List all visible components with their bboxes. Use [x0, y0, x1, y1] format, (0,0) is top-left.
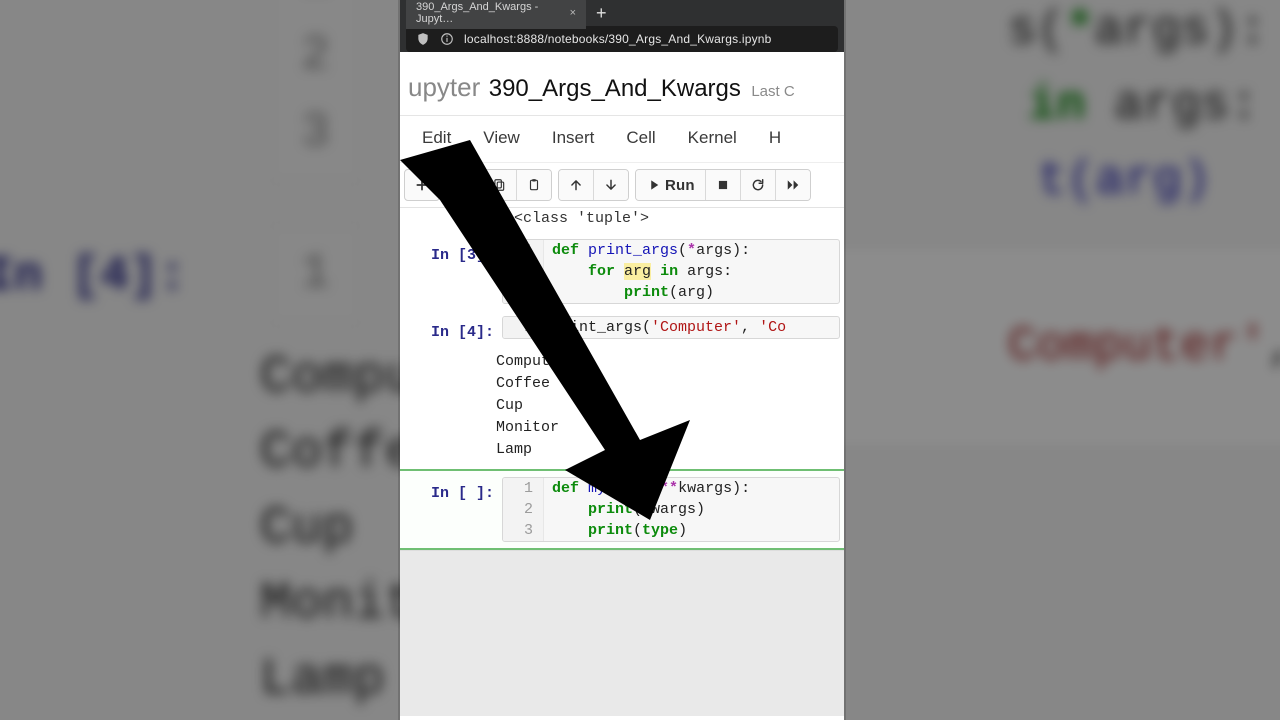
address-bar[interactable]: localhost:8888/notebooks/390_Args_And_Kw…	[406, 26, 838, 52]
code-cell[interactable]: In [ ]:1def my_func(**kwargs):2 print(kw…	[400, 469, 844, 550]
line-number: 1	[503, 317, 544, 338]
tab-bar: 390_Args_And_Kwargs - Jupyt… × +	[400, 0, 844, 26]
toolbar: Run	[400, 163, 844, 208]
restart-icon	[751, 178, 765, 192]
restart-run-all-button[interactable]	[775, 170, 810, 200]
plus-icon	[415, 178, 429, 192]
browser-tab[interactable]: 390_Args_And_Kwargs - Jupyt… ×	[406, 0, 586, 29]
interrupt-button[interactable]	[705, 170, 740, 200]
menu-edit[interactable]: Edit	[422, 128, 451, 148]
menu-insert[interactable]: Insert	[552, 128, 595, 148]
arrow-down-icon	[604, 178, 618, 192]
cell-prompt: In [4]:	[402, 316, 502, 341]
insert-cell-below-button[interactable]	[404, 169, 440, 201]
code-cell[interactable]: In [3]:1def print_args(*args):2 for arg …	[400, 233, 844, 310]
menu-cell[interactable]: Cell	[626, 128, 655, 148]
code-line[interactable]: print(type)	[544, 520, 687, 541]
code-line[interactable]: def print_args(*args):	[544, 240, 750, 261]
url-text: localhost:8888/notebooks/390_Args_And_Kw…	[464, 32, 772, 46]
code-input[interactable]: 1def my_func(**kwargs):2 print(kwargs)3 …	[502, 477, 840, 542]
stop-icon	[716, 178, 730, 192]
code-line[interactable]: def my_func(**kwargs):	[544, 478, 750, 499]
prev-output-truncated: <class 'tuple'>	[400, 208, 844, 233]
run-icon	[646, 178, 660, 192]
close-tab-icon[interactable]: ×	[570, 7, 576, 19]
line-number: 2	[503, 261, 544, 282]
cell-output: ComputerCoffeeCupMonitorLamp	[400, 347, 844, 469]
scissors-icon	[457, 178, 471, 192]
line-number: 3	[503, 282, 544, 303]
empty-area[interactable]	[400, 550, 844, 716]
last-checkpoint: Last C	[751, 83, 794, 100]
run-button[interactable]: Run	[636, 170, 705, 200]
move-up-button[interactable]	[559, 170, 593, 200]
copy-icon	[492, 178, 506, 192]
restart-button[interactable]	[740, 170, 775, 200]
code-input[interactable]: 1print_args('Computer', 'Co	[502, 316, 840, 339]
arrow-up-icon	[569, 178, 583, 192]
jupyter-brand: upyter	[408, 72, 480, 102]
code-cell[interactable]: In [4]:1print_args('Computer', 'Co	[400, 310, 844, 347]
info-icon	[440, 32, 454, 46]
cell-prompt: In [ ]:	[402, 477, 502, 502]
move-down-button[interactable]	[593, 170, 628, 200]
code-line[interactable]: print(kwargs)	[544, 499, 705, 520]
code-line[interactable]: for arg in args:	[544, 261, 732, 282]
app-window: 390_Args_And_Kwargs - Jupyt… × + localho…	[400, 0, 844, 720]
notebook-header: upyter 390_Args_And_Kwargs Last C	[400, 56, 844, 116]
menu-help[interactable]: H	[769, 128, 781, 148]
menu-view[interactable]: View	[483, 128, 520, 148]
copy-button[interactable]	[481, 170, 516, 200]
line-number: 3	[503, 520, 544, 541]
menu-kernel[interactable]: Kernel	[688, 128, 737, 148]
code-line[interactable]: print(arg)	[544, 282, 714, 303]
notebook-body[interactable]: <class 'tuple'> In [3]:1def print_args(*…	[400, 208, 844, 716]
line-number: 2	[503, 499, 544, 520]
shield-icon	[416, 32, 430, 46]
paste-icon	[527, 178, 541, 192]
fast-forward-icon	[786, 178, 800, 192]
tab-title: 390_Args_And_Kwargs - Jupyt…	[416, 1, 562, 25]
cut-button[interactable]	[447, 170, 481, 200]
notebook-title[interactable]: 390_Args_And_Kwargs	[489, 75, 741, 102]
code-input[interactable]: 1def print_args(*args):2 for arg in args…	[502, 239, 840, 304]
menu-bar: Edit View Insert Cell Kernel H	[400, 116, 844, 163]
line-number: 1	[503, 478, 544, 499]
paste-button[interactable]	[516, 170, 551, 200]
code-line[interactable]: print_args('Computer', 'Co	[544, 317, 786, 338]
cell-prompt: In [3]:	[402, 239, 502, 264]
browser-chrome: 390_Args_And_Kwargs - Jupyt… × + localho…	[400, 0, 844, 52]
line-number: 1	[503, 240, 544, 261]
